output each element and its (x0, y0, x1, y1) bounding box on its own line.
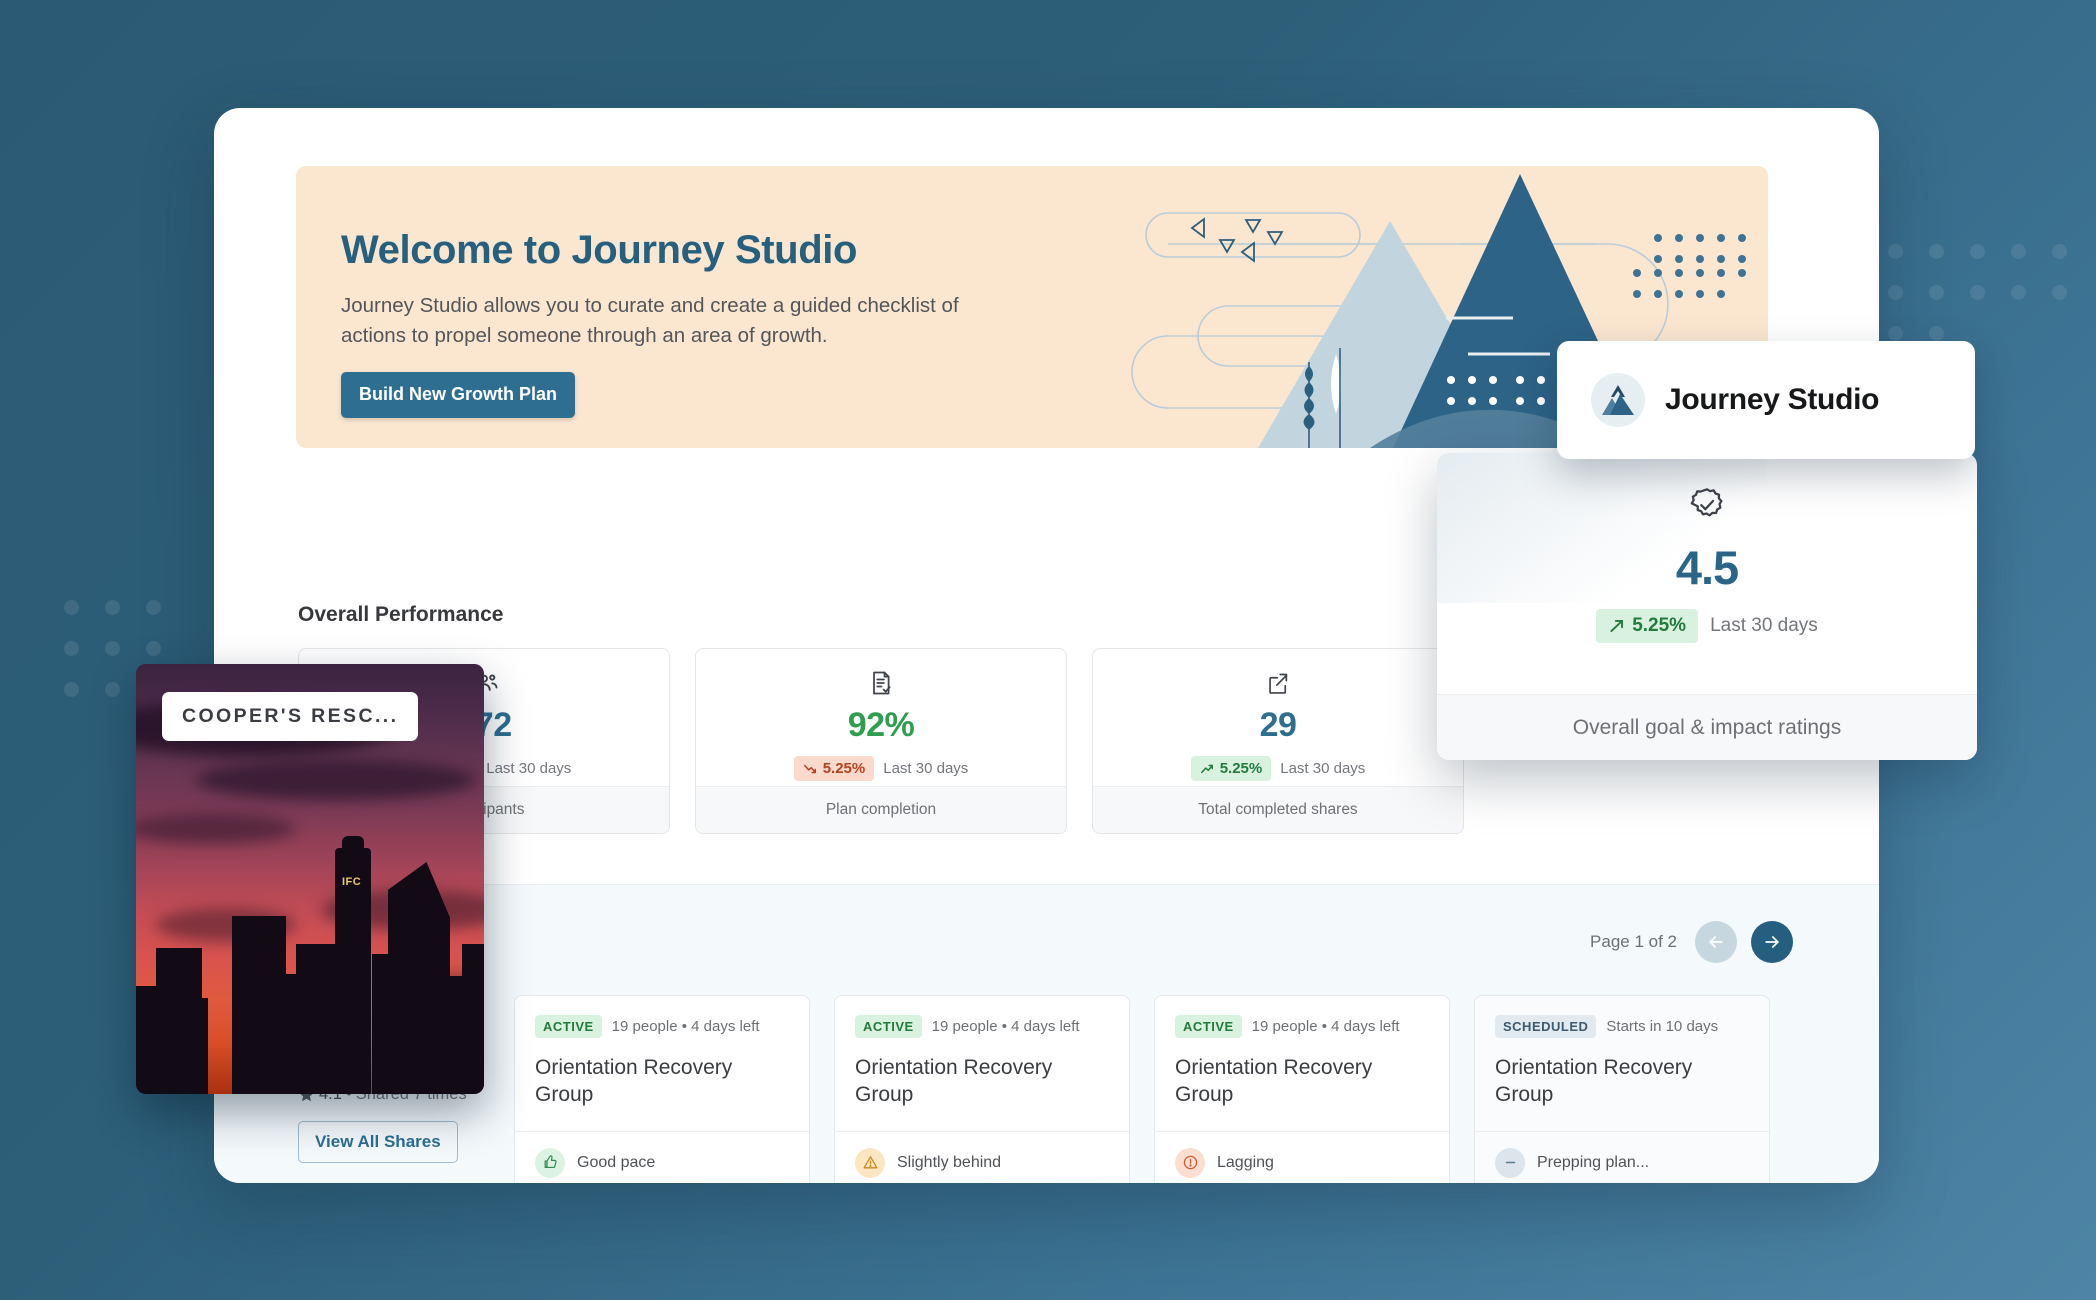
previous-page-button[interactable] (1695, 921, 1737, 963)
status-badge: ACTIVE (1175, 1015, 1242, 1038)
stat-value: 29 (1259, 706, 1297, 744)
delta-chip-up: 5.25% (1596, 609, 1699, 643)
delta-value: 5.25% (1632, 615, 1687, 636)
rating-value: 4.5 (1675, 541, 1739, 594)
overall-performance-label: Overall Performance (298, 603, 504, 626)
trend-down-icon (803, 764, 816, 773)
delta-note: Last 30 days (1710, 615, 1818, 636)
plan-card-status: Good pace (577, 1153, 656, 1171)
brand-name: Journey Studio (1665, 383, 1880, 416)
plan-cards-rail: ACTIVE 19 people • 4 days left Orientati… (514, 995, 1770, 1183)
stat-card-plan-completion: 92% 5.25% Last 30 days Plan completion (695, 648, 1067, 834)
plan-card[interactable]: ACTIVE 19 people • 4 days left Orientati… (1154, 995, 1450, 1183)
pagination: Page 1 of 2 (1590, 921, 1793, 963)
delta-value: 5.25% (822, 760, 866, 777)
view-all-shares-button[interactable]: View All Shares (298, 1121, 458, 1163)
stat-delta: 5.25% Last 30 days (793, 756, 969, 781)
checklist-document-icon (867, 668, 895, 698)
status-badge: SCHEDULED (1495, 1015, 1597, 1038)
alert-circle-icon (1175, 1147, 1205, 1178)
delta-value: 5.25% (1219, 760, 1263, 777)
plans-body: Maintaining Your Personal Vision 4.1 • S… (298, 995, 1879, 1183)
photo-card-title: COOPER'S RESC... (162, 692, 419, 741)
external-link-icon (1265, 668, 1292, 698)
plan-card[interactable]: ACTIVE 19 people • 4 days left Orientati… (834, 995, 1130, 1183)
delta-note: Last 30 days (883, 760, 969, 777)
status-badge: ACTIVE (535, 1015, 602, 1038)
rating-delta: 5.25% Last 30 days (1596, 609, 1818, 643)
arrow-left-icon (1709, 936, 1723, 948)
thumbs-up-icon (535, 1147, 565, 1178)
stat-value: 92% (847, 706, 915, 744)
hero-copy: Welcome to Journey Studio Journey Studio… (341, 228, 1001, 419)
arrow-right-icon (1765, 936, 1779, 948)
plan-card-meta: 19 people • 4 days left (1251, 1018, 1400, 1035)
minus-circle-icon (1495, 1147, 1525, 1178)
delta-note: Last 30 days (1280, 760, 1366, 777)
delta-chip-down: 5.25% (793, 756, 875, 781)
plan-card-status: Slightly behind (897, 1153, 1002, 1171)
plan-card-title: Orientation Recovery Group (855, 1056, 1053, 1107)
next-page-button[interactable] (1751, 921, 1793, 963)
plan-card[interactable]: ACTIVE 19 people • 4 days left Orientati… (514, 995, 810, 1183)
plan-card-meta: 19 people • 4 days left (931, 1018, 1080, 1035)
stat-footer-label: Total completed shares (1093, 786, 1463, 833)
stat-card-completed-shares: 29 5.25% Last 30 days Total completed sh… (1092, 648, 1464, 834)
plan-card-title: Orientation Recovery Group (1495, 1056, 1693, 1107)
plan-card-meta: Starts in 10 days (1606, 1018, 1719, 1035)
delta-note: Last 30 days (486, 760, 572, 777)
delta-chip-up: 5.25% (1190, 756, 1272, 781)
build-new-growth-plan-button[interactable]: Build New Growth Plan (341, 372, 576, 419)
plan-card[interactable]: SCHEDULED Starts in 10 days Orientation … (1474, 995, 1770, 1183)
plan-card-title: Orientation Recovery Group (535, 1056, 733, 1107)
welcome-hero-banner: Welcome to Journey Studio Journey Studio… (296, 166, 1768, 448)
hero-subtitle: Journey Studio allows you to curate and … (341, 294, 959, 347)
plan-card-status: Lagging (1217, 1153, 1274, 1171)
plan-card-meta: 19 people • 4 days left (611, 1018, 760, 1035)
trend-up-icon (1610, 619, 1624, 633)
rating-footer-label: Overall goal & impact ratings (1437, 694, 1977, 760)
status-badge: ACTIVE (855, 1015, 922, 1038)
stat-delta: 5.25% Last 30 days (1190, 756, 1366, 781)
stat-footer-label: Plan completion (696, 786, 1066, 833)
plan-card-title: Orientation Recovery Group (1175, 1056, 1373, 1107)
verified-badge-check-icon (1687, 485, 1727, 530)
page-title: Welcome to Journey Studio (341, 228, 857, 272)
cooper-rescue-photo-card[interactable]: IFC COOPER'S RESC... (136, 664, 484, 1094)
page-indicator: Page 1 of 2 (1590, 932, 1677, 951)
warning-triangle-icon (855, 1147, 885, 1178)
overall-rating-card: 4.5 5.25% Last 30 days Overall goal & im… (1437, 453, 1977, 760)
journey-studio-brand-card: Journey Studio (1557, 341, 1975, 459)
mountain-peak-logo-icon (1591, 373, 1645, 427)
trend-up-icon (1200, 764, 1213, 773)
plan-card-status: Prepping plan... (1537, 1153, 1650, 1171)
